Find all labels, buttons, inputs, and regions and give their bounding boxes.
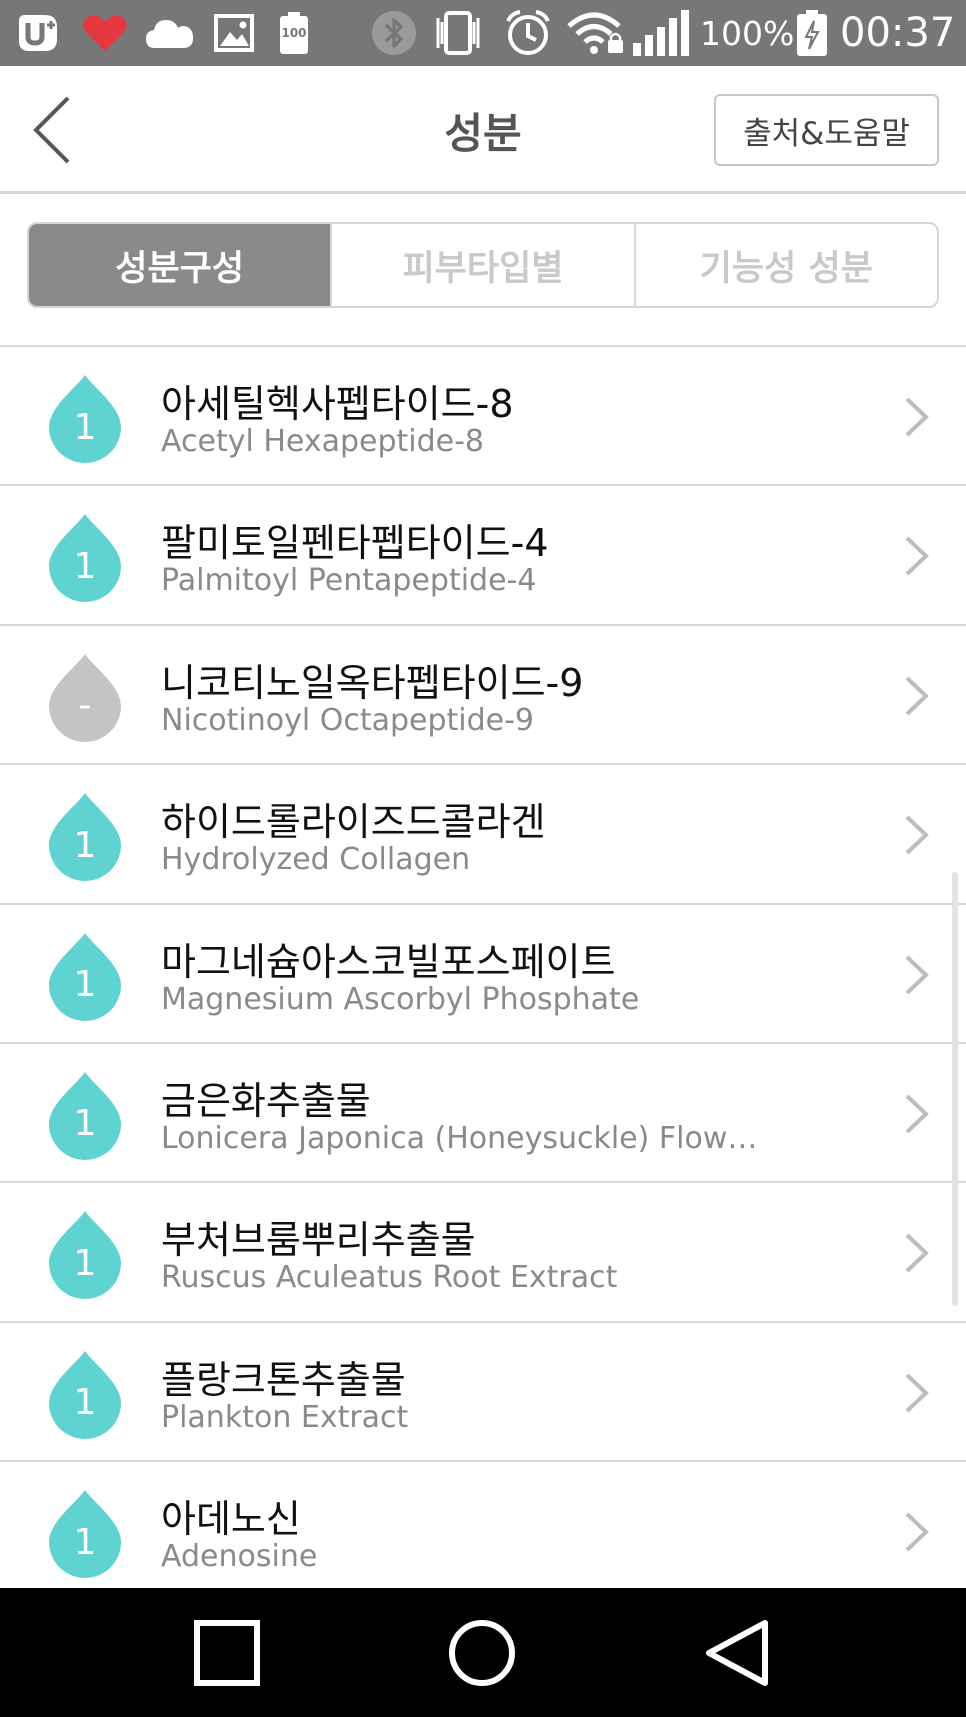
tab-composition[interactable]: 성분구성 (29, 224, 331, 306)
vibrate-icon (432, 11, 484, 55)
recent-apps-icon (194, 1619, 260, 1686)
heart-icon (80, 11, 130, 55)
chevron-right-icon (905, 1233, 929, 1273)
list-item[interactable]: 1 하이드롤라이즈드콜라겐 Hydrolyzed Collagen (0, 765, 966, 905)
tab-functional[interactable]: 기능성 성분 (633, 224, 937, 306)
safety-grade-drop-icon: 1 (47, 1349, 123, 1439)
ingredient-name-korean: 마그네슘아스코빌포스페이트 (161, 939, 616, 984)
chevron-right-icon (905, 815, 929, 855)
list-item[interactable]: 1 마그네슘아스코빌포스페이트 Magnesium Ascorbyl Phospha… (0, 905, 966, 1044)
ingredient-name-english: Magnesium Ascorbyl Phosphate (161, 981, 640, 1017)
chevron-right-icon (905, 955, 929, 995)
ingredient-name-korean: 플랑크톤추출물 (161, 1357, 406, 1402)
status-bar: 100 100% 00:37 (0, 0, 966, 66)
safety-grade-label: 1 (73, 545, 97, 587)
ingredient-name-english: Acetyl Hexapeptide-8 (161, 424, 485, 459)
back-nav-button[interactable] (658, 1588, 818, 1717)
home-icon (449, 1619, 515, 1686)
battery-badge-text: 100 (281, 26, 307, 40)
battery-saver-icon: 100 (276, 11, 312, 55)
ingredient-name-korean: 팔미토일펜타펩타이드-4 (161, 521, 549, 566)
ingredient-tabs: 성분구성 피부타입별 기능성 성분 (27, 222, 939, 308)
source-help-button[interactable]: 출처&도움말 (714, 94, 939, 166)
navigation-bar (0, 1588, 966, 1717)
list-item[interactable]: 1 팔미토일펜타펩타이드-4 Palmitoyl Pentapeptide-4 (0, 486, 966, 626)
ingredient-name-english: Lonicera Japonica (Honeysuckle) Flower… (161, 1120, 771, 1156)
list-item[interactable]: 1 플랑크톤추출물 Plankton Extract (0, 1323, 966, 1463)
ingredient-name-korean: 금은화추출물 (161, 1078, 371, 1123)
safety-grade-label: 1 (73, 1242, 97, 1284)
safety-grade-label: 1 (73, 824, 97, 866)
ingredient-list[interactable]: 1 아세틸헥사펩타이드-8 Acetyl Hexapeptide-8 1 팔미토일펜타펩… (0, 347, 966, 1588)
safety-grade-label: 1 (73, 406, 97, 448)
chevron-right-icon (905, 536, 929, 576)
ingredient-name-english: Nicotinoyl Octapeptide-9 (161, 702, 535, 738)
chevron-right-icon (905, 397, 929, 437)
ingredient-name-korean: 아세틸헥사펩타이드-8 (161, 382, 514, 426)
safety-grade-drop-icon: 1 (47, 791, 123, 882)
clock-time: 00:37 (840, 10, 956, 56)
signal-icon (630, 10, 692, 56)
safety-grade-label: 1 (73, 1103, 97, 1145)
app-header: 성분 출처&도움말 (0, 66, 966, 194)
ingredient-name-english: Hydrolyzed Collagen (161, 842, 471, 878)
safety-grade-label: 1 (73, 1521, 97, 1563)
safety-grade-drop-icon: - (47, 652, 123, 742)
home-button[interactable] (402, 1588, 562, 1717)
ingredient-name-korean: 하이드롤라이즈드콜라겐 (161, 800, 546, 845)
ingredient-name-english: Plankton Extract (161, 1399, 409, 1435)
battery-percent-text: 100% (700, 13, 795, 53)
ingredient-name-english: Ruscus Aculeatus Root Extract (161, 1260, 618, 1296)
safety-grade-drop-icon: 1 (47, 512, 123, 603)
recent-apps-button[interactable] (147, 1588, 307, 1717)
ingredient-name-english: Palmitoyl Pentapeptide-4 (161, 563, 537, 599)
safety-grade-drop-icon: 1 (47, 373, 123, 463)
ingredient-name-korean: 아데노신 (161, 1497, 301, 1542)
chevron-right-icon (905, 1094, 929, 1134)
ingredient-name-korean: 부처브룸뿌리추출물 (161, 1218, 476, 1263)
list-item[interactable]: 1 금은화추출물 Lonicera Japonica (Honeysuckle) F… (0, 1044, 966, 1184)
list-item[interactable]: 1 부처브룸뿌리추출물 Ruscus Aculeatus Root Extract (0, 1183, 966, 1323)
safety-grade-label: 1 (73, 1382, 97, 1424)
battery-charging-icon (794, 10, 830, 56)
safety-grade-drop-icon: 1 (47, 1209, 123, 1300)
tab-skin-type[interactable]: 피부타입별 (330, 224, 633, 306)
safety-grade-label: - (78, 685, 92, 727)
back-triangle-icon (706, 1619, 768, 1686)
image-icon (212, 11, 256, 55)
safety-grade-drop-icon: 1 (47, 1488, 123, 1579)
bluetooth-icon (370, 11, 418, 55)
cloud-icon (144, 11, 196, 55)
uplus-logo-icon (14, 11, 66, 55)
chevron-right-icon (905, 1512, 929, 1552)
chevron-right-icon (905, 676, 929, 716)
back-button[interactable] (22, 90, 82, 170)
ingredient-name-english: Adenosine (161, 1539, 318, 1575)
wifi-lock-icon (566, 11, 626, 55)
ingredient-name-korean: 니코티노일옥타펩타이드-9 (161, 660, 584, 705)
list-item[interactable]: 1 아데노신 Adenosine (0, 1462, 966, 1588)
alarm-icon (502, 10, 554, 55)
list-item[interactable]: 1 아세틸헥사펩타이드-8 Acetyl Hexapeptide-8 (0, 347, 966, 487)
safety-grade-drop-icon: 1 (47, 931, 123, 1021)
safety-grade-drop-icon: 1 (47, 1070, 123, 1160)
list-item[interactable]: - 니코티노일옥타펩타이드-9 Nicotinoyl Octapeptide-9 (0, 626, 966, 766)
back-chevron-icon (33, 96, 70, 164)
chevron-right-icon (905, 1373, 929, 1413)
scrollbar-thumb[interactable] (952, 872, 958, 1306)
safety-grade-label: 1 (73, 964, 97, 1006)
